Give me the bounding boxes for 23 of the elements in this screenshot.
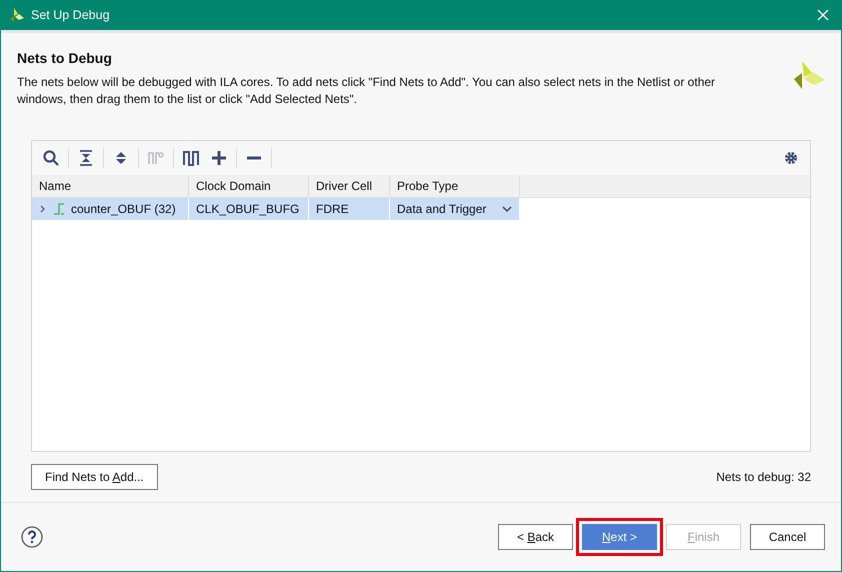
close-icon[interactable] — [815, 7, 831, 23]
column-header[interactable]: Probe Type — [390, 175, 520, 197]
column-header[interactable]: Driver Cell — [309, 175, 390, 197]
column-header[interactable]: Name — [32, 175, 189, 197]
dialog-button[interactable]: < Back — [498, 524, 573, 550]
find-nets-button[interactable]: Find Nets to Add... — [31, 464, 158, 490]
chevron-right-icon[interactable] — [39, 205, 47, 213]
nets-count: Nets to debug: 32 — [716, 470, 811, 484]
column-header[interactable]: Clock Domain — [189, 175, 309, 197]
dialog-button[interactable]: Next > — [582, 524, 657, 550]
dropdown-icon[interactable] — [502, 206, 512, 212]
table-cell: counter_OBUF (32) — [71, 202, 176, 216]
page-title: Nets to Debug — [17, 50, 113, 66]
table-row[interactable]: counter_OBUF (32) CLK_OBUF_BUFG FDRE Data and Trigger — [32, 198, 520, 220]
dialog-button[interactable]: Cancel — [750, 524, 825, 550]
description-text: The nets below will be debugged with ILA cores. To add nets click "Find Nets to Add". You can also select nets in the Netlist or other windows, then drag them to the list or click "Add Selected Nets". — [17, 74, 716, 108]
table-cell: FDRE — [316, 202, 349, 216]
help-icon[interactable] — [21, 526, 43, 548]
window-title: Set Up Debug — [31, 8, 111, 22]
logo-icon — [9, 7, 25, 23]
signal-icon — [53, 203, 65, 215]
table-cell: Data and Trigger — [397, 202, 486, 216]
table-cell: CLK_OBUF_BUFG — [196, 202, 300, 216]
